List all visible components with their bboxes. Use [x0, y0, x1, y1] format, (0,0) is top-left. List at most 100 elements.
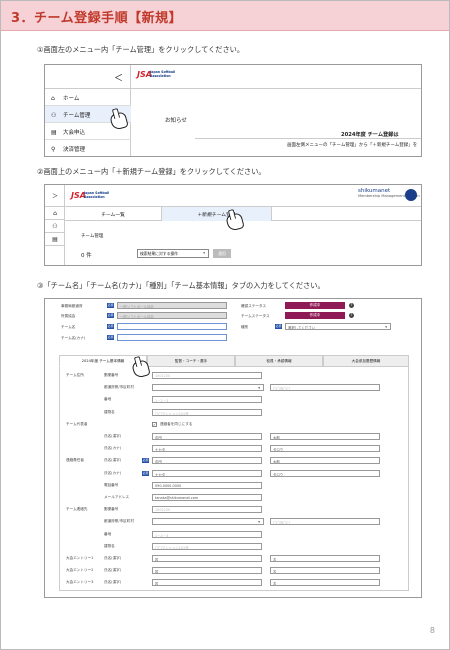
field-label: 所属協会: [61, 314, 76, 318]
form-input[interactable]: 090-0000-0000: [152, 481, 262, 489]
form-input[interactable]: 姓: [152, 579, 262, 587]
form-input[interactable]: ▾: [152, 518, 264, 526]
form-input[interactable]: タロウ: [270, 469, 380, 477]
form-input[interactable]: tanaka@shikumanet.com: [152, 494, 262, 501]
form-input[interactable]: 名: [270, 567, 380, 575]
required-badge: 必須: [142, 470, 149, 476]
chevron-down-icon: ▾: [258, 386, 260, 391]
chevron-down-icon: ▾: [258, 520, 260, 525]
row-sub-label: 氏名(カナ): [104, 446, 122, 451]
jsa-logo: JSA Japan Softball Association: [137, 70, 176, 79]
apply-button[interactable]: 適用: [213, 249, 231, 258]
sidebar-item-label: チーム管理: [63, 113, 91, 119]
screenshot-top-menu: ＞ ⌂ ⚇ ▤ JSA Japan Softball Association sh…: [44, 184, 422, 266]
sidebar-item-home[interactable]: ⌂ ホーム: [45, 89, 131, 106]
form-input[interactable]: 1001230: [152, 506, 262, 514]
top-bar: JSA Japan Softball Association: [131, 65, 421, 89]
row-group-label: 大会エントリー2: [66, 568, 94, 573]
help-icon[interactable]: ?: [349, 303, 354, 308]
tab-bar: チーム一覧 ＋新規チーム登録: [65, 207, 421, 221]
required-badge: 必須: [107, 324, 114, 329]
basic-info-panel: チーム住所 郵便番号 1001230 都道府県/市区町村 ▾ 〇〇市〇〇 番地 1－2－3 建物…: [59, 367, 409, 591]
tab-new-team-registration[interactable]: ＋新規チーム登録: [161, 207, 271, 221]
form-input[interactable]: 〇〇市〇〇: [270, 518, 380, 526]
required-badge: 必須: [275, 324, 282, 329]
home-icon: ⌂: [51, 95, 55, 102]
calendar-icon[interactable]: ▤: [45, 233, 65, 246]
required-badge: 必須: [142, 458, 149, 464]
expand-chevron-icon[interactable]: ＞: [45, 185, 65, 207]
team-name-kana-input[interactable]: [117, 334, 227, 341]
home-icon[interactable]: ⌂: [45, 207, 65, 220]
row-group-label: 大会エントリー1: [66, 556, 94, 560]
tab-officers-approval[interactable]: 役員・承認情報: [235, 355, 323, 367]
team-name-input[interactable]: [117, 323, 227, 330]
form-input[interactable]: 太郎: [270, 457, 380, 465]
form-input[interactable]: ナカタ: [152, 445, 262, 453]
form-input[interactable]: ▾: [152, 384, 264, 392]
row-sub-label: 郵便番号: [104, 507, 119, 512]
form-input[interactable]: 名: [270, 579, 380, 587]
divider: [195, 138, 421, 139]
user-avatar-icon[interactable]: [405, 189, 417, 201]
field-label: 事務局都道府: [61, 304, 83, 308]
form-input[interactable]: 太郎: [270, 433, 380, 440]
form-row: 連絡責任者 氏名(漢字) 中田 太郎 必須: [60, 456, 410, 468]
tab-staff-players[interactable]: 監督・コーチ・選手: [147, 355, 235, 367]
page-number: 8: [429, 626, 435, 635]
row-group-label: 連絡責任者: [66, 458, 84, 463]
confirm-status-badge: 作成中: [285, 302, 345, 309]
row-sub-label: 氏名(カナ): [104, 470, 122, 475]
notice-title: 2024年度 チーム登録は: [341, 132, 399, 138]
form-input[interactable]: 〇〇マンション101号: [152, 408, 262, 416]
field-label: チーム名: [61, 325, 76, 329]
team-icon: ⚇: [51, 112, 57, 119]
form-input[interactable]: 中田: [152, 433, 262, 440]
row-sub-label: 番地: [104, 531, 112, 536]
association-prefecture-field: 一般ソフトボール協会: [117, 302, 227, 309]
team-icon[interactable]: ⚇: [45, 220, 65, 233]
bulk-action-select[interactable]: 検索結果に対する操作 ▾: [137, 249, 209, 258]
row-group-label: チーム連絡先: [66, 507, 88, 512]
form-input[interactable]: 中田: [152, 457, 262, 465]
association-field: 一般ソフトボール協会: [117, 312, 227, 319]
form-input[interactable]: タロウ: [270, 445, 380, 453]
form-input[interactable]: 姓: [152, 567, 262, 575]
tab-team-list[interactable]: チーム一覧: [65, 207, 161, 221]
form-input[interactable]: 1－2－3: [152, 396, 262, 404]
form-input[interactable]: 〇〇マンション101号: [152, 542, 262, 550]
help-icon[interactable]: ?: [349, 313, 354, 318]
sidebar-item-payment[interactable]: ⚲ 決済管理: [45, 140, 131, 156]
form-row: 大会エントリー2 氏名(漢字) 姓名: [60, 566, 410, 578]
row-sub-label: 氏名(漢字): [104, 458, 122, 463]
form-input[interactable]: 姓: [152, 555, 262, 562]
checkbox-label: 連絡者を同じにする: [160, 421, 193, 426]
form-row: 大会エントリー3 氏名(漢字) 姓名: [60, 578, 410, 590]
tab-empty: [271, 207, 421, 221]
form-input[interactable]: 1001230: [152, 372, 262, 379]
page-title: チーム管理: [81, 234, 104, 239]
same-as-contact-checkbox[interactable]: ✓: [152, 421, 157, 427]
form-input[interactable]: ナカタ: [152, 469, 262, 477]
form-row: チーム連絡先 郵便番号 1001230: [60, 505, 410, 517]
form-row: 電話番号 090-0000-0000: [60, 481, 410, 493]
form-input[interactable]: 1－2－3: [152, 530, 262, 538]
required-badge: 必須: [107, 313, 114, 318]
required-badge: 必須: [107, 303, 114, 308]
row-sub-label: 都道府県/市区町村: [104, 385, 134, 390]
form-row: 都道府県/市区町村 ▾ 〇〇市〇〇: [60, 517, 410, 529]
row-sub-label: 氏名(漢字): [104, 568, 122, 573]
required-badge: 必須: [107, 335, 114, 340]
top-bar: JSA Japan Softball Association shikumanet…: [65, 185, 421, 207]
form-input[interactable]: 〇〇市〇〇: [270, 384, 380, 392]
category-select[interactable]: 選択してください ▾: [285, 323, 391, 330]
form-row: 氏名(漢字) 中田 太郎: [60, 432, 410, 444]
collapse-chevron-icon[interactable]: ＜: [45, 65, 131, 89]
form-input[interactable]: 名: [270, 555, 380, 562]
form-row: 建物名 〇〇マンション101号: [60, 542, 410, 554]
row-sub-label: 電話番号: [104, 482, 119, 487]
tab-tournament-history[interactable]: 大会参加履歴情報: [323, 355, 409, 367]
row-sub-label: 氏名(漢字): [104, 580, 122, 585]
row-sub-label: 建物名: [104, 543, 115, 548]
row-sub-label: 番地: [104, 397, 112, 402]
